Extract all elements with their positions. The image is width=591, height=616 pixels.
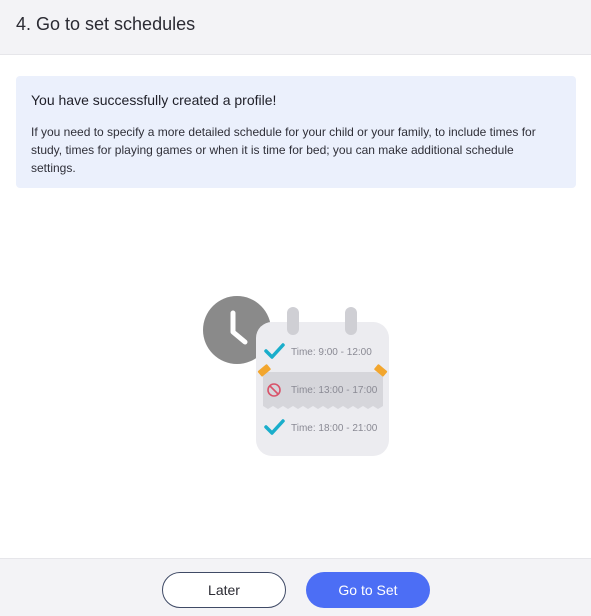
schedule-illustration-svg: Time: 9:00 - 12:00 Time: 13:00 - 17:00 T… (203, 296, 389, 456)
page-title: 4. Go to set schedules (16, 14, 196, 34)
slot-label-2: Time: 13:00 - 17:00 (291, 385, 378, 396)
slot-label-1: Time: 9:00 - 12:00 (291, 347, 372, 358)
success-message-body: If you need to specify a more detailed s… (31, 125, 536, 175)
schedule-illustration: Time: 9:00 - 12:00 Time: 13:00 - 17:00 T… (200, 294, 392, 458)
success-message-title: You have successfully created a profile! (31, 92, 277, 108)
slot-label-3: Time: 18:00 - 21:00 (291, 423, 378, 434)
success-info-box: You have successfully created a profile!… (16, 76, 576, 188)
dialog-header: 4. Go to set schedules (0, 0, 591, 55)
go-to-set-button[interactable]: Go to Set (306, 572, 430, 608)
schedule-dialog: 4. Go to set schedules You have successf… (0, 0, 591, 616)
dialog-footer: Later Go to Set (0, 558, 591, 616)
later-button[interactable]: Later (162, 572, 286, 608)
